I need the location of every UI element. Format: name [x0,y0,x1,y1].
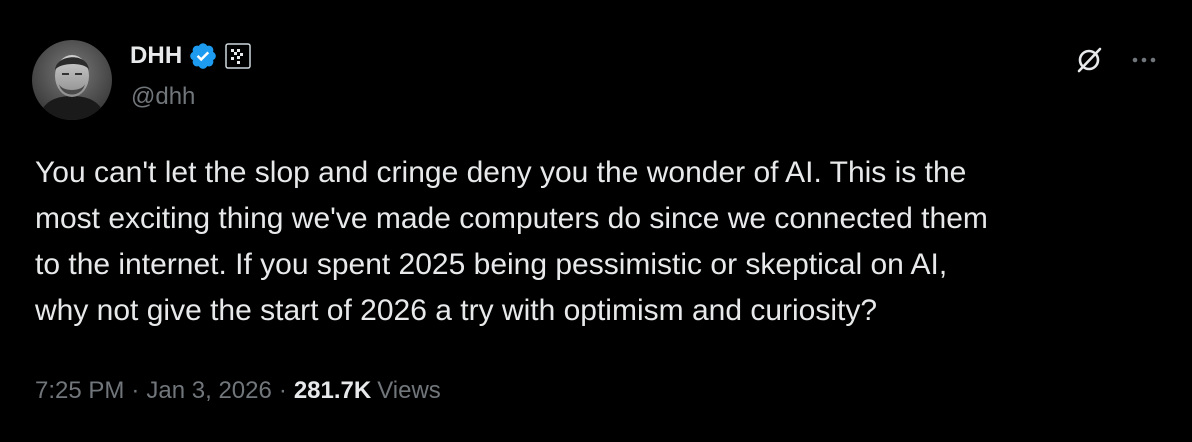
tweet-text-line: to the internet. If you spent 2025 being… [35,248,948,281]
meta-separator: · [131,377,140,404]
views-label: Views [377,377,441,404]
tweet-card: DHH @dhh You can't let the slop and crin… [0,0,1192,442]
views-count[interactable]: 281.7K [294,377,371,405]
affiliate-badge-icon[interactable] [225,43,252,69]
grok-icon[interactable] [1069,42,1109,78]
tweet-meta: 7:25 PM · Jan 3, 2026 · 281.7K Views [35,377,441,405]
tweet-text: You can't let the slop and cringe deny y… [35,150,1165,334]
author-display-name[interactable]: DHH [130,42,182,70]
verified-badge-icon[interactable] [188,41,218,71]
avatar-photo [32,40,112,120]
tweet-time[interactable]: 7:25 PM [35,377,124,405]
tweet-text-line: why not give the start of 2026 a try wit… [35,294,878,327]
meta-separator: · [278,377,287,404]
tweet-text-line: You can't let the slop and cringe deny y… [35,156,967,189]
tweet-text-line: most exciting thing we've made computers… [35,202,988,235]
avatar[interactable] [32,40,112,120]
author-name-row: DHH [130,41,252,71]
more-options-icon[interactable] [1124,42,1164,78]
author-handle[interactable]: @dhh [131,83,195,111]
tweet-date[interactable]: Jan 3, 2026 [146,377,271,405]
